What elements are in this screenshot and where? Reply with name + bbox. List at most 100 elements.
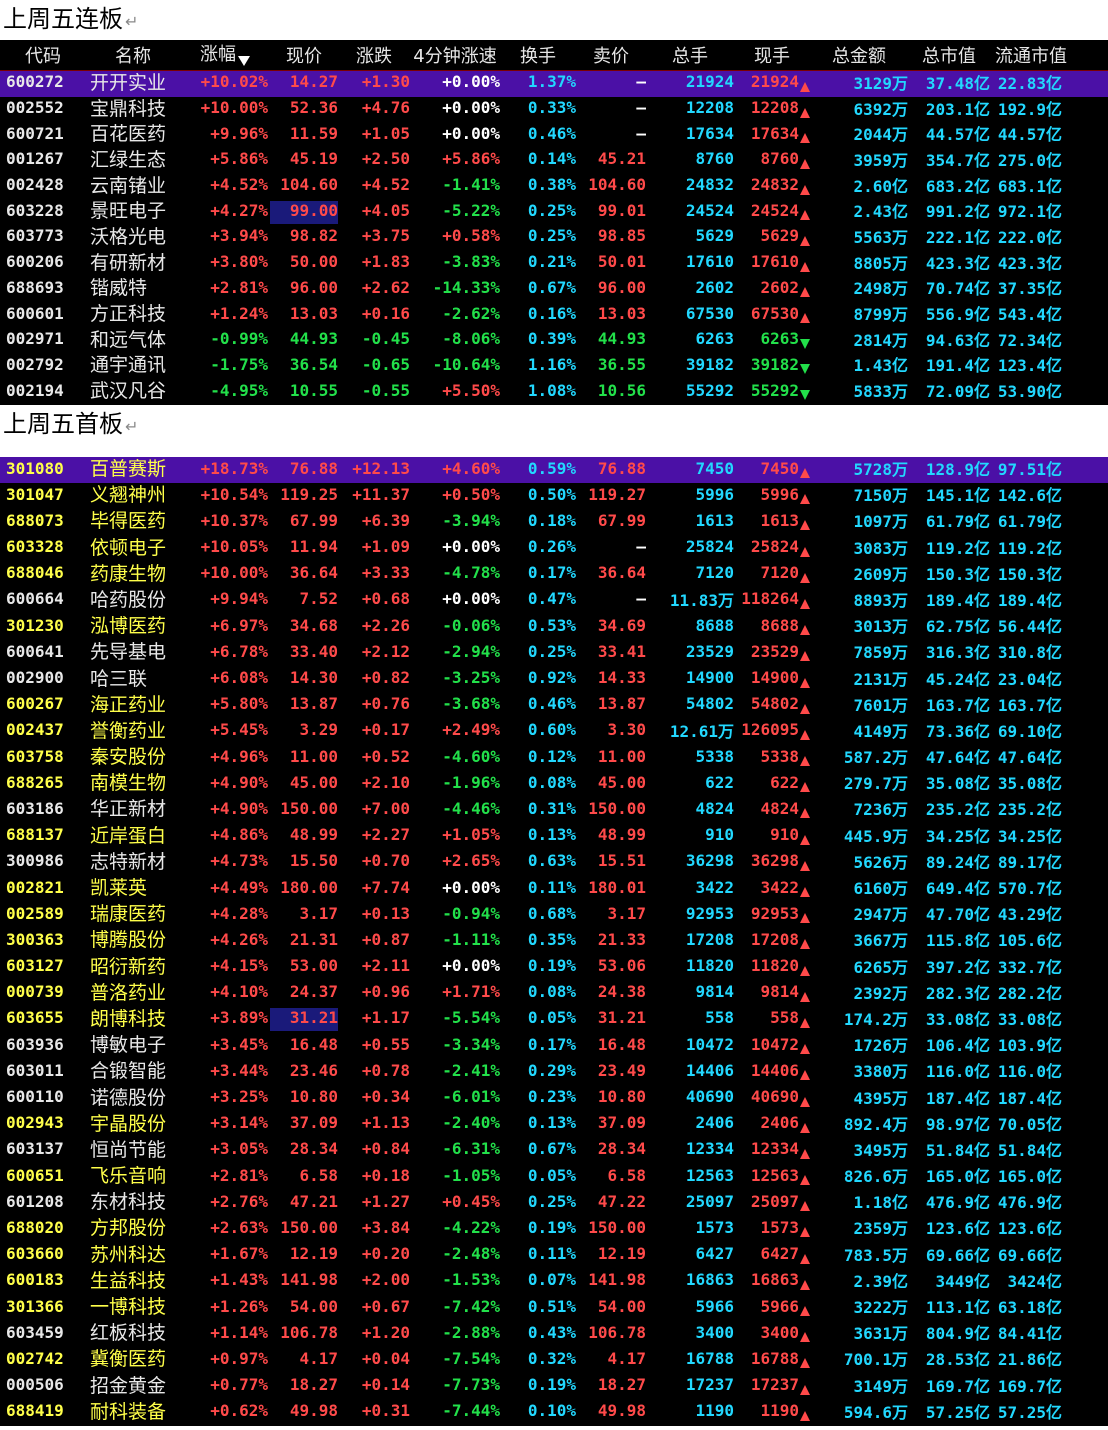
table-row[interactable]: 301366 一博科技 +1.26% 54.00 +0.67 -7.42% 0.51% 54.… [0, 1295, 1108, 1321]
table-row[interactable]: 002943 宇晶股份 +3.14% 37.09 +1.13 -2.40% 0.13% 37.… [0, 1112, 1108, 1138]
col-header-amount[interactable]: 总金额 [810, 42, 908, 68]
cell-mcap: 57.25亿 [908, 1399, 990, 1427]
table-row[interactable]: 002900 哈三联 +6.08% 14.30 +0.82 -3.25% 0.92% 14.3… [0, 666, 1108, 692]
cell-text: 14900 [685, 668, 734, 688]
table-row[interactable]: 603655 朗博科技 +3.89% 31.21 +1.17 -5.54% 0.05% 31.… [0, 1007, 1108, 1033]
cell-mcap: 191.4亿 [908, 352, 990, 380]
cell-vol: 4824 [646, 799, 734, 822]
table-row[interactable]: 603459 红板科技 +1.14% 106.78 +1.20 -2.88% 0.43% 10… [0, 1321, 1108, 1347]
cell-mcap: 61.79亿 [908, 508, 990, 536]
cell-turn: 0.23% [500, 1087, 576, 1110]
cell-code: 603655 [0, 1008, 86, 1031]
cell-speed: +0.00% [410, 537, 500, 560]
cell-amt: 3667万 [810, 927, 908, 955]
cell-turn: 1.16% [500, 355, 576, 378]
cell-mcap: 34.25亿 [908, 823, 990, 851]
col-header-market-cap[interactable]: 总市值 [908, 42, 990, 68]
table-row[interactable]: 300986 志特新材 +4.73% 15.50 +0.70 +2.65% 0.63% 15.… [0, 850, 1108, 876]
cell-text: 72.34亿 [997, 330, 1062, 350]
cell-ask: 16.48 [576, 1035, 646, 1058]
cell-turn: 0.67% [500, 1139, 576, 1162]
col-header-change[interactable]: 涨幅 [180, 40, 270, 71]
table-row[interactable]: 603936 博敏电子 +3.45% 16.48 +0.55 -3.34% 0.17% 16.… [0, 1033, 1108, 1059]
cell-text: 16863 [685, 1270, 734, 1290]
cell-text: 7450 [695, 458, 734, 478]
table-row[interactable]: 603011 合锻智能 +3.44% 23.46 +0.78 -2.41% 0.29% 23.… [0, 1059, 1108, 1085]
table-row[interactable]: 688046 药康生物 +10.00% 36.64 +3.33 -4.78% 0.17% 36… [0, 562, 1108, 588]
cell-cur: 6263 [734, 329, 810, 352]
table-row[interactable]: 600267 海正药业 +5.80% 13.87 +0.76 -3.68% 0.46% 13.… [0, 693, 1108, 719]
table-row[interactable]: 688419 耐科装备 +0.62% 49.98 +0.31 -7.44% 0.10% 49.… [0, 1400, 1108, 1426]
cell-text: 2814万 [853, 330, 908, 350]
cell-text: 0.26% [527, 537, 576, 557]
col-header-price[interactable]: 现价 [270, 42, 338, 68]
cell-text: +0.17 [361, 720, 410, 740]
table-row[interactable]: 603660 苏州科达 +1.67% 12.19 +0.20 -2.48% 0.11% 12.… [0, 1243, 1108, 1269]
cell-turn: 0.51% [500, 1297, 576, 1320]
cell-price: 44.93 [270, 329, 338, 352]
table-row[interactable]: 000739 普洛药业 +4.10% 24.37 +0.96 +1.71% 0.08% 24.… [0, 981, 1108, 1007]
cell-text: -0.55 [361, 380, 410, 400]
table-row[interactable]: 301230 泓博医药 +6.97% 34.68 +2.26 -0.06% 0.53% 34.… [0, 614, 1108, 640]
cell-text: 28.34 [289, 1139, 338, 1159]
cell-text: 24524 [685, 200, 734, 220]
col-header-float-cap[interactable]: 流通市值 [990, 42, 1072, 68]
cell-text: 3422 [760, 877, 799, 897]
cell-vol: 910 [646, 825, 734, 848]
cell-fcap: 84.41亿 [990, 1320, 1072, 1348]
cell-fcap: 972.1亿 [990, 198, 1072, 226]
col-header-speed[interactable]: 4分钟涨速 [410, 42, 500, 68]
table-row[interactable]: 600664 哈药股份 +9.94% 7.52 +0.68 +0.00% 0.47% – 11.… [0, 588, 1108, 614]
cell-text: +2.27 [361, 825, 410, 845]
col-header-name[interactable]: 名称 [86, 42, 180, 68]
col-header-current-volume[interactable]: 现手 [734, 42, 810, 68]
table-row[interactable]: 688020 方邦股份 +2.63% 150.00 +3.84 -4.22% 0.19% 15… [0, 1216, 1108, 1242]
col-header-ask[interactable]: 卖价 [576, 42, 646, 68]
table-row[interactable]: 002437 誉衡药业 +5.45% 3.29 +0.17 +2.49% 0.60% 3.30… [0, 719, 1108, 745]
table-row[interactable]: 301047 义翘神州 +10.54% 119.25 +11.37 +0.50% 0.50%… [0, 483, 1108, 509]
cell-text: 603011 [6, 1060, 64, 1080]
cell-text: 0.35% [527, 929, 576, 949]
table-row[interactable]: 002194 武汉凡谷 -4.95% 10.55 -0.55 +5.50% 1.08% 10.… [0, 379, 1108, 405]
cell-ask: 36.64 [576, 563, 646, 586]
table-row[interactable]: 688073 毕得医药 +10.37% 67.99 +6.39 -3.94% 0.18% 67… [0, 509, 1108, 535]
cell-ask: – [576, 589, 646, 612]
table-row[interactable]: 000506 招金黄金 +0.77% 18.27 +0.14 -7.73% 0.19% 18.… [0, 1374, 1108, 1400]
cell-text: 73.36亿 [925, 721, 990, 741]
cell-text: -7.44% [442, 1401, 500, 1421]
table-row[interactable]: 600651 飞乐音响 +2.81% 6.58 +0.18 -1.05% 0.05% 6.58… [0, 1164, 1108, 1190]
col-header-code[interactable]: 代码 [0, 42, 86, 68]
col-header-turnover[interactable]: 换手 [500, 42, 576, 68]
table-row[interactable]: 603137 恒尚节能 +3.05% 28.34 +0.84 -6.31% 0.67% 28.… [0, 1138, 1108, 1164]
table-row[interactable]: 688137 近岸蛋白 +4.86% 48.99 +2.27 +1.05% 0.13% 48.… [0, 824, 1108, 850]
cell-text: +4.76 [361, 98, 410, 118]
table-row[interactable]: 688265 南模生物 +4.90% 45.00 +2.10 -1.96% 0.08% 45.… [0, 771, 1108, 797]
col-header-diff[interactable]: 涨跌 [338, 42, 410, 68]
table-row[interactable]: 600183 生益科技 +1.43% 141.98 +2.00 -1.53% 0.07% 14… [0, 1269, 1108, 1295]
cell-ask: 10.80 [576, 1087, 646, 1110]
col-header-volume[interactable]: 总手 [646, 42, 734, 68]
table-row[interactable]: 603328 依顿电子 +10.05% 11.94 +1.09 +0.00% 0.26% – 2… [0, 536, 1108, 562]
table-row[interactable]: 603186 华正新材 +4.90% 150.00 +7.00 -4.46% 0.31% 15… [0, 797, 1108, 823]
table-row[interactable]: 601208 东材科技 +2.76% 47.21 +1.27 +0.45% 0.25% 47.… [0, 1190, 1108, 1216]
cell-text: 17634 [685, 123, 734, 143]
table-row[interactable]: 002589 瑞康医药 +4.28% 3.17 +0.13 -0.94% 0.68% 3.17… [0, 902, 1108, 928]
cell-cur: 16788 [734, 1349, 810, 1372]
table-row[interactable]: 600110 诺德股份 +3.25% 10.80 +0.34 -6.01% 0.23% 10.… [0, 1085, 1108, 1111]
table-row[interactable]: 002821 凯莱英 +4.49% 180.00 +7.74 +0.00% 0.11% 180… [0, 876, 1108, 902]
cell-text: 宝鼎科技 [90, 97, 167, 120]
table-row[interactable]: 603127 昭衍新药 +4.15% 53.00 +2.11 +0.00% 0.19% 53.… [0, 955, 1108, 981]
cell-text: 8805万 [853, 253, 908, 273]
table-row[interactable]: 603758 秦安股份 +4.96% 11.00 +0.52 -4.60% 0.12% 11.… [0, 745, 1108, 771]
table-row[interactable]: 300363 博腾股份 +4.26% 21.31 +0.87 -1.11% 0.35% 21.… [0, 928, 1108, 954]
cell-code: 301047 [0, 485, 86, 508]
cell-amt: 2947万 [810, 901, 908, 929]
table-row[interactable]: 301080 百普赛斯 +18.73% 76.88 +12.13 +4.60% 0.59% 7… [0, 456, 1108, 484]
cell-text: 2406 [760, 1113, 799, 1133]
cell-text: 3631万 [853, 1324, 908, 1344]
table-row[interactable]: 002742 冀衡医药 +0.97% 4.17 +0.04 -7.54% 0.32% 4.17… [0, 1347, 1108, 1373]
table-row[interactable]: 600641 先导基电 +6.78% 33.40 +2.12 -2.94% 0.25% 33.… [0, 640, 1108, 666]
cell-text: 72.09亿 [925, 382, 990, 402]
cell-code: 002194 [0, 381, 86, 404]
cell-text: -1.75% [210, 354, 268, 374]
